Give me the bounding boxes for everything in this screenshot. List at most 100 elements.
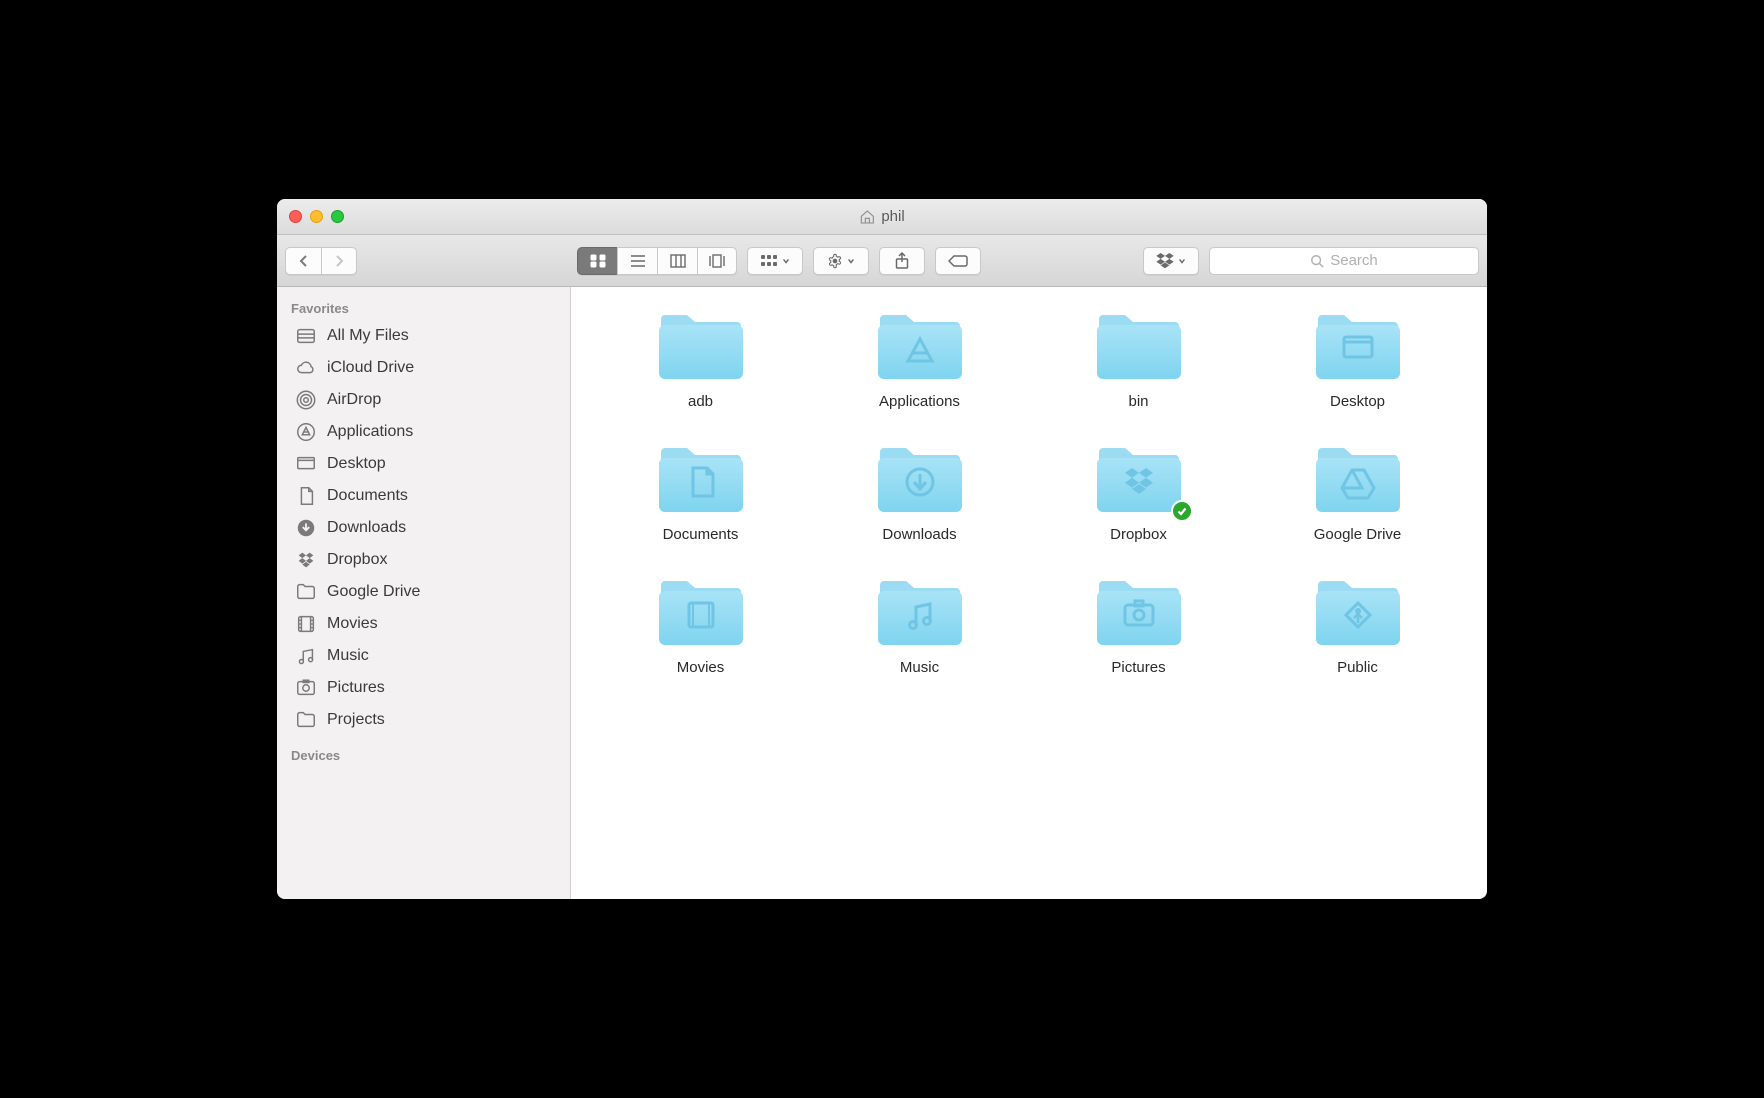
- folder-icon: [1310, 307, 1406, 385]
- folder-icon: [1091, 440, 1187, 518]
- folder-item-pictures[interactable]: Pictures: [1039, 573, 1238, 676]
- folder-label: Pictures: [1111, 659, 1165, 676]
- folder-item-music[interactable]: Music: [820, 573, 1019, 676]
- search-field[interactable]: Search: [1209, 247, 1479, 275]
- home-icon: [859, 209, 875, 225]
- folder-item-desktop[interactable]: Desktop: [1258, 307, 1457, 410]
- sidebar-item-downloads[interactable]: Downloads: [277, 512, 570, 544]
- titlebar: phil: [277, 199, 1487, 235]
- folder-label: Google Drive: [1314, 526, 1402, 543]
- fullscreen-button[interactable]: [331, 210, 344, 223]
- folder-icon: [295, 709, 317, 731]
- folder-label: adb: [688, 393, 713, 410]
- folder-icon: [872, 307, 968, 385]
- action-button[interactable]: [813, 247, 869, 275]
- folder-icon: [872, 573, 968, 651]
- folder-item-adb[interactable]: adb: [601, 307, 800, 410]
- window-title: phil: [859, 208, 904, 225]
- search-placeholder: Search: [1330, 252, 1378, 269]
- sidebar-item-label: Projects: [327, 711, 385, 729]
- folder-icon: [653, 307, 749, 385]
- folder-label: Documents: [663, 526, 739, 543]
- finder-window: phil: [277, 199, 1487, 899]
- window-title-text: phil: [881, 208, 904, 225]
- nav-buttons: [285, 247, 357, 275]
- sidebar-item-google-drive[interactable]: Google Drive: [277, 576, 570, 608]
- sidebar-devices-header: Devices: [277, 742, 570, 767]
- dropbox-toolbar-button[interactable]: [1143, 247, 1199, 275]
- airdrop-icon: [295, 389, 317, 411]
- folder-label: Desktop: [1330, 393, 1385, 410]
- sidebar-item-music[interactable]: Music: [277, 640, 570, 672]
- sidebar-item-label: Documents: [327, 487, 408, 505]
- column-view-button[interactable]: [657, 247, 697, 275]
- pictures-icon: [295, 677, 317, 699]
- music-icon: [295, 645, 317, 667]
- folder-icon: [872, 440, 968, 518]
- sidebar-item-label: Music: [327, 647, 369, 665]
- sidebar-item-applications[interactable]: Applications: [277, 416, 570, 448]
- folder-icon: [653, 573, 749, 651]
- sidebar-item-documents[interactable]: Documents: [277, 480, 570, 512]
- all-my-files-icon: [295, 325, 317, 347]
- sidebar-item-label: Movies: [327, 615, 378, 633]
- folder-icon: [1310, 573, 1406, 651]
- sidebar-item-label: Desktop: [327, 455, 386, 473]
- sidebar-item-icloud-drive[interactable]: iCloud Drive: [277, 352, 570, 384]
- window-body: Favorites All My Files iCloud Drive AirDro…: [277, 287, 1487, 899]
- folder-label: Dropbox: [1110, 526, 1167, 543]
- share-button[interactable]: [879, 247, 925, 275]
- minimize-button[interactable]: [310, 210, 323, 223]
- sidebar-item-dropbox[interactable]: Dropbox: [277, 544, 570, 576]
- folder-item-movies[interactable]: Movies: [601, 573, 800, 676]
- documents-icon: [295, 485, 317, 507]
- desktop-icon: [295, 453, 317, 475]
- coverflow-view-button[interactable]: [697, 247, 737, 275]
- folder-item-bin[interactable]: bin: [1039, 307, 1238, 410]
- sidebar-item-label: AirDrop: [327, 391, 381, 409]
- folder-item-dropbox[interactable]: Dropbox: [1039, 440, 1238, 543]
- sidebar-item-label: Pictures: [327, 679, 385, 697]
- list-view-button[interactable]: [617, 247, 657, 275]
- folder-item-documents[interactable]: Documents: [601, 440, 800, 543]
- sidebar-item-label: Downloads: [327, 519, 406, 537]
- window-controls: [277, 210, 344, 223]
- folder-label: bin: [1128, 393, 1148, 410]
- folder-label: Applications: [879, 393, 960, 410]
- folder-item-applications[interactable]: Applications: [820, 307, 1019, 410]
- folder-icon: [653, 440, 749, 518]
- arrange-button[interactable]: [747, 247, 803, 275]
- sidebar-favorites-header: Favorites: [277, 295, 570, 320]
- sidebar-item-label: Applications: [327, 423, 413, 441]
- folder-item-public[interactable]: Public: [1258, 573, 1457, 676]
- folder-item-google-drive[interactable]: Google Drive: [1258, 440, 1457, 543]
- icon-view-button[interactable]: [577, 247, 617, 275]
- content-area[interactable]: adb Applications bin Desktop Documents Downlo…: [571, 287, 1487, 899]
- sidebar-item-all-my-files[interactable]: All My Files: [277, 320, 570, 352]
- search-icon: [1310, 254, 1324, 268]
- sidebar-item-projects[interactable]: Projects: [277, 704, 570, 736]
- back-button[interactable]: [285, 247, 321, 275]
- folder-label: Movies: [677, 659, 725, 676]
- folder-icon: [295, 581, 317, 603]
- close-button[interactable]: [289, 210, 302, 223]
- view-mode-buttons: [577, 247, 737, 275]
- toolbar: Search: [277, 235, 1487, 287]
- sidebar-item-pictures[interactable]: Pictures: [277, 672, 570, 704]
- sidebar-item-label: All My Files: [327, 327, 409, 345]
- sidebar-item-airdrop[interactable]: AirDrop: [277, 384, 570, 416]
- sidebar-item-desktop[interactable]: Desktop: [277, 448, 570, 480]
- folder-label: Music: [900, 659, 939, 676]
- forward-button[interactable]: [321, 247, 357, 275]
- folder-label: Downloads: [882, 526, 956, 543]
- folder-item-downloads[interactable]: Downloads: [820, 440, 1019, 543]
- folder-icon: [1091, 307, 1187, 385]
- sidebar-item-label: Google Drive: [327, 583, 420, 601]
- tags-button[interactable]: [935, 247, 981, 275]
- folder-label: Public: [1337, 659, 1378, 676]
- downloads-icon: [295, 517, 317, 539]
- folder-icon: [1091, 573, 1187, 651]
- applications-icon: [295, 421, 317, 443]
- sidebar-item-movies[interactable]: Movies: [277, 608, 570, 640]
- sidebar-item-label: iCloud Drive: [327, 359, 414, 377]
